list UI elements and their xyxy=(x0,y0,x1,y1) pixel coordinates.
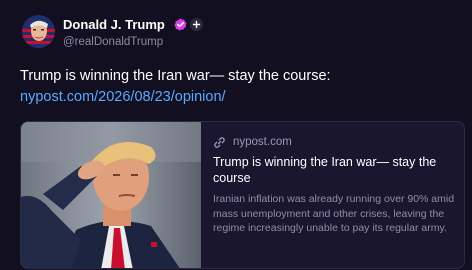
card-title[interactable]: Trump is winning the Iran war— stay the … xyxy=(213,154,458,186)
card-body: nypost.com Trump is winning the Iran war… xyxy=(213,134,458,236)
post-header: Donald J. Trump @realDonaldTrump xyxy=(20,14,460,54)
author-handle[interactable]: @realDonaldTrump xyxy=(63,36,163,48)
card-domain: nypost.com xyxy=(233,136,292,148)
post-link[interactable]: nypost.com/2026/08/23/opinion/ xyxy=(20,87,460,108)
plus-badge-icon xyxy=(190,18,203,31)
avatar[interactable] xyxy=(22,15,55,48)
link-chain-icon xyxy=(213,136,226,149)
card-description: Iranian inflation was already running ov… xyxy=(213,193,455,234)
post-text: Trump is winning the Iran war— stay the … xyxy=(20,68,331,84)
link-preview-card[interactable]: nypost.com Trump is winning the Iran war… xyxy=(20,121,465,269)
post-body: Trump is winning the Iran war— stay the … xyxy=(20,66,460,108)
card-domain-row: nypost.com xyxy=(213,134,458,150)
author-name[interactable]: Donald J. Trump xyxy=(63,17,165,32)
verified-check-icon xyxy=(174,18,187,31)
card-thumbnail xyxy=(21,122,201,268)
